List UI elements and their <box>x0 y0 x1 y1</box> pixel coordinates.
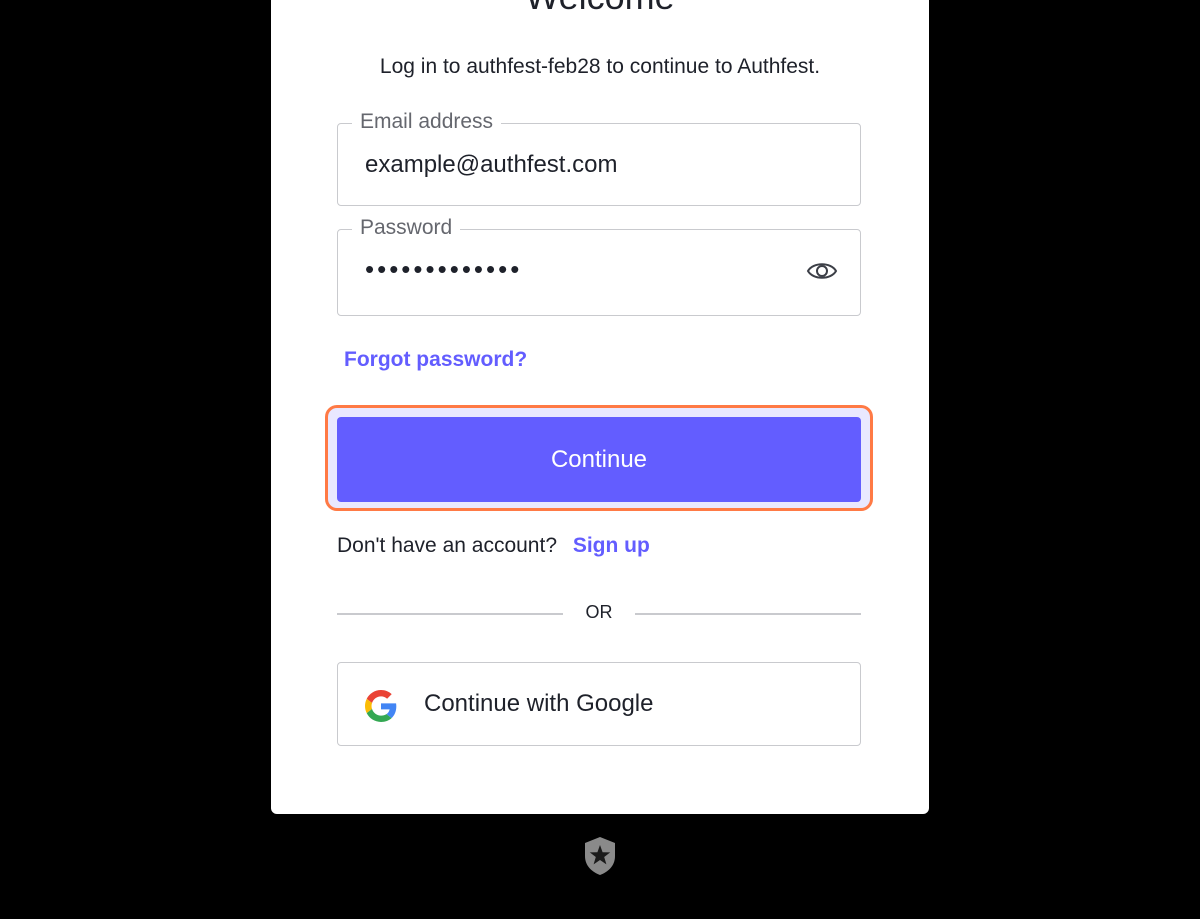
email-field-value[interactable]: example@authfest.com <box>365 150 617 180</box>
continue-with-google-button[interactable]: Continue with Google <box>337 662 861 746</box>
password-field-label: Password <box>352 215 461 241</box>
signup-prompt: Don't have an account? <box>337 534 557 557</box>
google-logo-icon <box>365 690 397 722</box>
divider-line-right <box>635 613 861 615</box>
continue-button[interactable]: Continue <box>337 417 861 502</box>
signup-link[interactable]: Sign up <box>573 534 650 557</box>
eye-icon[interactable] <box>806 259 838 283</box>
password-field-value[interactable]: ••••••••••••• <box>365 254 522 284</box>
forgot-password-link[interactable]: Forgot password? <box>344 348 527 372</box>
signup-row: Don't have an account? Sign up <box>337 534 650 558</box>
or-divider: OR <box>337 602 861 626</box>
auth0-shield-icon <box>585 837 615 875</box>
login-card: Welcome Log in to authfest-feb28 to cont… <box>271 0 929 814</box>
continue-with-google-label: Continue with Google <box>424 690 654 717</box>
email-field-label: Email address <box>352 109 502 135</box>
password-field[interactable]: Password ••••••••••••• <box>337 215 861 316</box>
email-field[interactable]: Email address example@authfest.com <box>337 109 861 206</box>
page-title: Welcome <box>271 0 929 18</box>
page-subtitle: Log in to authfest-feb28 to continue to … <box>379 55 821 78</box>
